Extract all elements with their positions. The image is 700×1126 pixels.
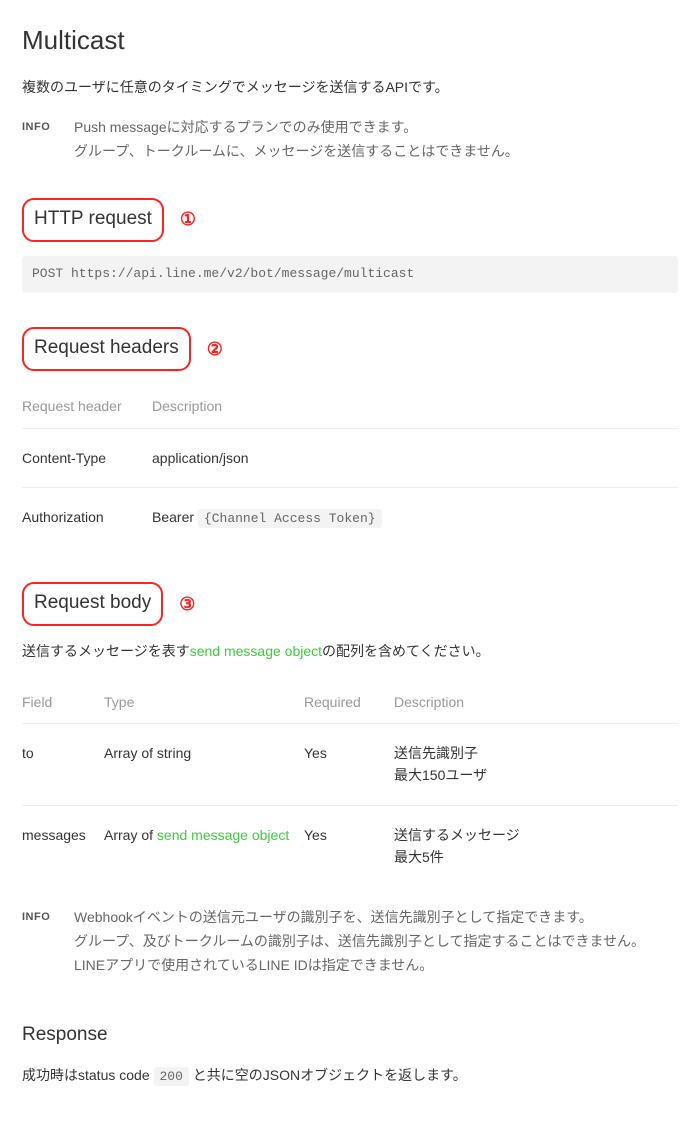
link-send-message-object[interactable]: send message object bbox=[157, 827, 289, 843]
table-row: messages Array of send message object Ye… bbox=[22, 805, 678, 886]
table-row: Authorization Bearer {Channel Access Tok… bbox=[22, 487, 678, 547]
table-header: Description bbox=[152, 385, 678, 428]
heading-request-body: Request body bbox=[22, 582, 163, 626]
heading-response: Response bbox=[22, 1020, 678, 1050]
cell-desc: 送信先識別子 最大150ユーザ bbox=[394, 723, 678, 805]
annotation-number-2: ② bbox=[207, 335, 223, 364]
section-request-body: Request body ③ bbox=[22, 582, 678, 626]
table-header: Required bbox=[304, 681, 394, 724]
response-text: 成功時はstatus code 200 と共に空のJSONオブジェクトを返します… bbox=[22, 1064, 678, 1088]
cell-type: Array of string bbox=[104, 723, 304, 805]
cell-header: Content-Type bbox=[22, 428, 152, 487]
table-header: Type bbox=[104, 681, 304, 724]
http-request-code: POST https://api.line.me/v2/bot/message/… bbox=[22, 256, 678, 293]
request-headers-table: Request header Description Content-Type … bbox=[22, 385, 678, 548]
info-label: INFO bbox=[22, 116, 62, 137]
section-request-headers: Request headers ② bbox=[22, 327, 678, 371]
annotation-number-3: ③ bbox=[179, 590, 195, 619]
info-label: INFO bbox=[22, 906, 62, 927]
link-send-message-object[interactable]: send message object bbox=[190, 643, 322, 659]
table-row: to Array of string Yes 送信先識別子 最大150ユーザ bbox=[22, 723, 678, 805]
cell-field: messages bbox=[22, 805, 104, 886]
heading-request-headers: Request headers bbox=[22, 327, 191, 371]
table-header: Request header bbox=[22, 385, 152, 428]
info-text: Webhookイベントの送信元ユーザの識別子を、送信先識別子として指定できます。… bbox=[74, 906, 645, 977]
cell-required: Yes bbox=[304, 805, 394, 886]
inline-code: 200 bbox=[154, 1067, 189, 1086]
info-block-bottom: INFO Webhookイベントの送信元ユーザの識別子を、送信先識別子として指定… bbox=[22, 906, 678, 977]
info-block-top: INFO Push messageに対応するプランでのみ使用できます。 グループ… bbox=[22, 116, 678, 164]
cell-desc: application/json bbox=[152, 428, 678, 487]
cell-desc: Bearer {Channel Access Token} bbox=[152, 487, 678, 547]
table-header: Description bbox=[394, 681, 678, 724]
table-row: Content-Type application/json bbox=[22, 428, 678, 487]
cell-type: Array of send message object bbox=[104, 805, 304, 886]
request-body-intro: 送信するメッセージを表すsend message objectの配列を含めてくだ… bbox=[22, 640, 678, 662]
request-body-table: Field Type Required Description to Array… bbox=[22, 681, 678, 887]
annotation-number-1: ① bbox=[180, 205, 196, 234]
section-http-request: HTTP request ① bbox=[22, 198, 678, 242]
table-header: Field bbox=[22, 681, 104, 724]
info-text: Push messageに対応するプランでのみ使用できます。 グループ、トークル… bbox=[74, 116, 519, 164]
page-description: 複数のユーザに任意のタイミングでメッセージを送信するAPIです。 bbox=[22, 76, 678, 98]
cell-desc: 送信するメッセージ 最大5件 bbox=[394, 805, 678, 886]
cell-required: Yes bbox=[304, 723, 394, 805]
cell-header: Authorization bbox=[22, 487, 152, 547]
heading-http-request: HTTP request bbox=[22, 198, 164, 242]
cell-field: to bbox=[22, 723, 104, 805]
inline-code: {Channel Access Token} bbox=[198, 509, 382, 528]
page-title: Multicast bbox=[22, 20, 678, 62]
